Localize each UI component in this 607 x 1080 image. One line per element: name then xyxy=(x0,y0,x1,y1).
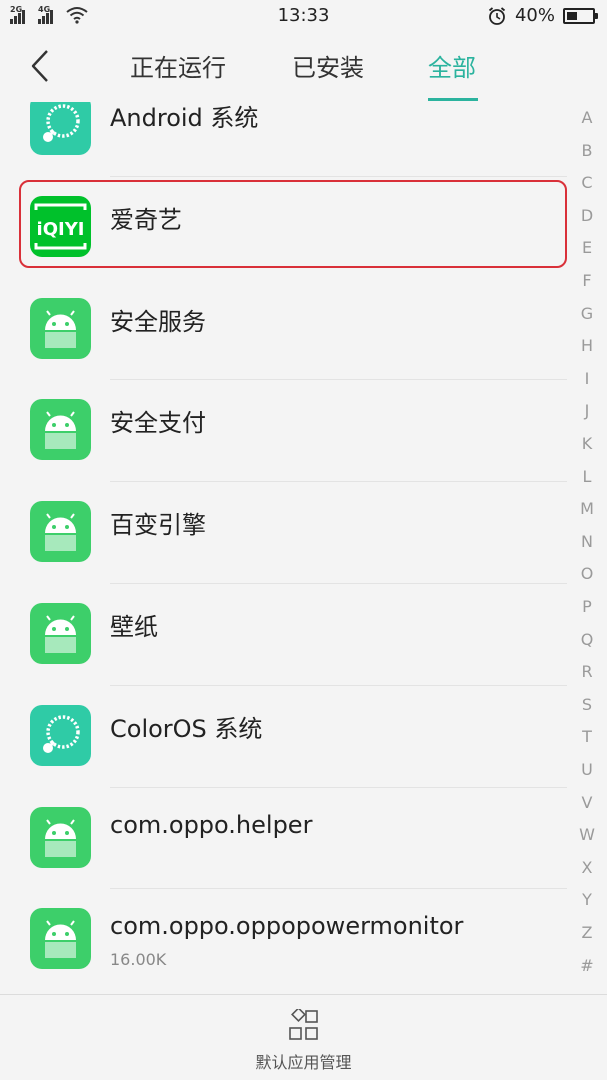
alpha-index-letter[interactable]: C xyxy=(567,173,607,192)
alpha-index-letter[interactable]: W xyxy=(567,825,607,844)
top-navigation: 正在运行 已安装 全部 xyxy=(0,34,607,102)
android-icon xyxy=(30,908,91,969)
alpha-index-letter[interactable]: M xyxy=(567,499,607,518)
list-item-wallpaper[interactable]: 壁纸 xyxy=(0,583,567,685)
alpha-index-letter[interactable]: L xyxy=(567,467,607,486)
bottom-bar-label: 默认应用管理 xyxy=(255,1053,352,1072)
list-item-oppo-power-monitor[interactable]: com.oppo.oppopowermonitor 16.00K xyxy=(0,888,567,990)
alarm-icon xyxy=(488,6,506,25)
alpha-index-letter[interactable]: D xyxy=(567,206,607,225)
app-name: ColorOS 系统 xyxy=(110,715,263,743)
app-name: 安全服务 xyxy=(110,308,206,336)
android-icon xyxy=(30,298,91,359)
alpha-index-letter[interactable]: F xyxy=(567,271,607,290)
android-icon xyxy=(30,501,91,562)
alpha-index-letter[interactable]: T xyxy=(567,727,607,746)
alpha-index-letter[interactable]: S xyxy=(567,695,607,714)
app-name: 安全支付 xyxy=(110,409,206,437)
alpha-index-letter[interactable]: V xyxy=(567,793,607,812)
alpha-index-letter[interactable]: Q xyxy=(567,630,607,649)
battery-icon xyxy=(563,7,598,24)
list-item-oppo-helper[interactable]: com.oppo.helper xyxy=(0,787,567,889)
alpha-index-letter[interactable]: K xyxy=(567,434,607,453)
alphabet-index[interactable]: A B C D E F G H I J K L M N O P Q R S T U V W X Y Z # xyxy=(567,108,607,988)
list-item-theme-engine[interactable]: 百变引擎 xyxy=(0,481,567,583)
active-tab-indicator xyxy=(428,98,478,101)
alpha-index-letter[interactable]: A xyxy=(567,108,607,127)
coloros-icon xyxy=(30,705,91,766)
alpha-index-letter[interactable]: B xyxy=(567,141,607,160)
list-item-iqiyi[interactable]: iQIYI 爱奇艺 xyxy=(0,176,567,278)
app-size: 16.00K xyxy=(110,950,167,969)
chevron-left-icon xyxy=(31,50,48,82)
coloros-icon xyxy=(30,102,91,155)
battery-percent: 40% xyxy=(514,5,555,26)
app-name: 百变引擎 xyxy=(110,511,206,539)
alpha-index-letter[interactable]: Z xyxy=(567,923,607,942)
grid-icon xyxy=(289,1009,318,1040)
android-icon xyxy=(30,603,91,664)
app-name: com.oppo.oppopowermonitor xyxy=(110,912,464,940)
back-button[interactable] xyxy=(22,46,58,86)
app-list[interactable]: Android 系统 iQIYI 爱奇艺 安全服务 安全支付 百变引擎 壁纸 C… xyxy=(0,102,567,992)
default-app-management-button[interactable]: 默认应用管理 xyxy=(0,994,607,1080)
tab-all[interactable]: 全部 xyxy=(428,48,476,83)
alpha-index-letter[interactable]: N xyxy=(567,532,607,551)
alpha-index-letter[interactable]: P xyxy=(567,597,607,616)
list-item-android-system[interactable]: Android 系统 xyxy=(0,102,567,186)
app-management-screen: 2G 4G 13:33 40% 正在运行 已安装 全部 Android 系统 i… xyxy=(0,0,607,1080)
tab-running[interactable]: 正在运行 xyxy=(130,48,226,83)
status-bar: 2G 4G 13:33 40% xyxy=(0,0,607,34)
alpha-index-letter[interactable]: X xyxy=(567,858,607,877)
alpha-index-letter[interactable]: U xyxy=(567,760,607,779)
alpha-index-letter[interactable]: H xyxy=(567,336,607,355)
alpha-index-letter[interactable]: J xyxy=(567,401,607,420)
app-name: 壁纸 xyxy=(110,613,158,641)
list-item-secure-payment[interactable]: 安全支付 xyxy=(0,379,567,481)
tab-installed[interactable]: 已安装 xyxy=(292,48,364,83)
alpha-index-letter[interactable]: I xyxy=(567,369,607,388)
iqiyi-logo-text: iQIYI xyxy=(37,219,85,240)
alpha-index-letter[interactable]: E xyxy=(567,238,607,257)
alpha-index-letter[interactable]: G xyxy=(567,304,607,323)
status-right: 40% xyxy=(487,5,598,26)
alpha-index-letter[interactable]: R xyxy=(567,662,607,681)
android-icon xyxy=(30,807,91,868)
iqiyi-icon: iQIYI xyxy=(30,196,91,257)
app-name: 爱奇艺 xyxy=(110,206,182,234)
alpha-index-letter[interactable]: Y xyxy=(567,890,607,909)
app-name: Android 系统 xyxy=(110,104,259,132)
list-item-coloros-system[interactable]: ColorOS 系统 xyxy=(0,685,567,787)
android-icon xyxy=(30,399,91,460)
alpha-index-letter[interactable]: # xyxy=(567,956,607,975)
app-name: com.oppo.helper xyxy=(110,811,313,839)
alpha-index-letter[interactable]: O xyxy=(567,564,607,583)
list-item-security-service[interactable]: 安全服务 xyxy=(0,278,567,380)
